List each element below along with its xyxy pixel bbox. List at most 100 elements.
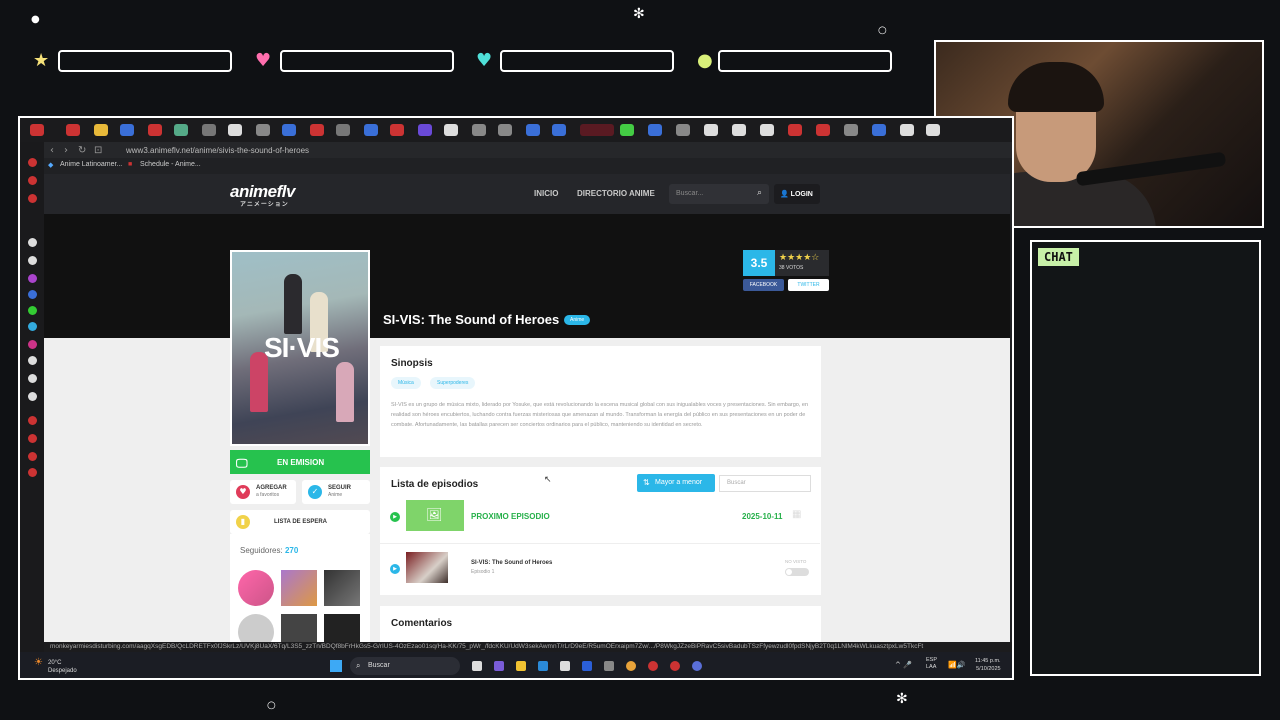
store-icon[interactable] xyxy=(560,661,570,671)
taskbar-search[interactable]: ⌕ Buscar xyxy=(350,657,460,675)
tab[interactable] xyxy=(676,124,690,136)
url-text[interactable]: www3.animeflv.net/anime/sivis-the-sound-… xyxy=(126,146,309,155)
facebook-share-button[interactable]: FACEBOOK xyxy=(743,279,784,291)
tab[interactable] xyxy=(620,124,634,136)
sidebar-app-icon[interactable] xyxy=(28,468,37,477)
tab[interactable] xyxy=(760,124,774,136)
tab-active[interactable] xyxy=(580,124,614,136)
nav-inicio[interactable]: INICIO xyxy=(534,189,558,198)
follower-avatar[interactable] xyxy=(324,570,360,606)
tab[interactable] xyxy=(648,124,662,136)
sidebar-app-icon[interactable] xyxy=(28,176,37,185)
follow-button[interactable]: ✓ SEGUIR Anime xyxy=(302,480,370,504)
follower-avatar[interactable] xyxy=(238,614,274,644)
sidebar-app-icon[interactable] xyxy=(28,256,37,265)
taskbar-app-icon[interactable] xyxy=(692,661,702,671)
folder-icon[interactable] xyxy=(516,661,526,671)
follower-avatar[interactable] xyxy=(281,614,317,644)
bookmark-item[interactable]: Anime Latinoamer... xyxy=(60,161,122,168)
sidebar-app-icon[interactable] xyxy=(28,452,37,461)
forward-icon[interactable]: › xyxy=(64,145,68,156)
tab[interactable] xyxy=(228,124,242,136)
word-icon[interactable] xyxy=(582,661,592,671)
network-volume-icon[interactable]: 📶🔊 xyxy=(948,661,965,669)
taskbar-app-icon[interactable] xyxy=(604,661,614,671)
follower-avatar[interactable] xyxy=(281,570,317,606)
tab[interactable] xyxy=(30,124,44,136)
taskbar-app-icon[interactable] xyxy=(494,661,504,671)
tab[interactable] xyxy=(310,124,324,136)
play-icon[interactable]: ▶ xyxy=(390,564,400,574)
sidebar-app-icon[interactable] xyxy=(28,290,37,299)
instagram-icon[interactable] xyxy=(28,340,37,349)
follower-avatar[interactable] xyxy=(324,614,360,644)
tab[interactable] xyxy=(526,124,540,136)
sidebar-app-icon[interactable] xyxy=(28,194,37,203)
tab[interactable] xyxy=(926,124,940,136)
discord-icon[interactable] xyxy=(28,392,37,401)
episode-thumbnail[interactable] xyxy=(406,552,448,583)
rating-stars[interactable]: ★★★★☆ xyxy=(779,253,819,263)
tab[interactable] xyxy=(732,124,746,136)
twitter-share-button[interactable]: TWITTER xyxy=(788,279,829,291)
system-clock[interactable]: 11:45 p.m. 5/10/2025 xyxy=(975,657,1001,673)
sidebar-app-icon[interactable] xyxy=(28,274,37,283)
search-icon[interactable]: ⌕ xyxy=(757,188,762,198)
taskbar-app-icon[interactable] xyxy=(670,661,680,671)
tab[interactable] xyxy=(66,124,80,136)
tab[interactable] xyxy=(418,124,432,136)
tab[interactable] xyxy=(552,124,566,136)
tab[interactable] xyxy=(94,124,108,136)
sidebar-app-icon[interactable] xyxy=(28,238,37,247)
watchlist-button[interactable]: ▮ LISTA DE ESPERA xyxy=(230,510,370,534)
weather-widget[interactable]: 20°C Despejado xyxy=(48,659,77,675)
login-button[interactable]: 👤 LOGIN xyxy=(774,184,820,204)
add-favorites-button[interactable]: ♥ AGREGAR a favoritos xyxy=(230,480,296,504)
episode-search-input[interactable]: Buscar xyxy=(719,475,811,492)
bookmark-item[interactable]: Schedule - Anime... xyxy=(140,161,201,168)
tab[interactable] xyxy=(788,124,802,136)
genre-chip[interactable]: Superpoderes xyxy=(430,377,476,389)
tab[interactable] xyxy=(872,124,886,136)
site-logo[interactable]: animeflv アニメーション xyxy=(230,182,295,208)
tray-icons[interactable]: ^ 🎤 xyxy=(895,661,912,669)
order-button[interactable]: ⇅ Mayor a menor xyxy=(637,474,715,492)
tab[interactable] xyxy=(364,124,378,136)
tab[interactable] xyxy=(704,124,718,136)
telegram-icon[interactable] xyxy=(28,322,37,331)
x-icon[interactable] xyxy=(28,374,37,383)
tab[interactable] xyxy=(816,124,830,136)
taskbar-app-icon[interactable] xyxy=(472,661,482,671)
tab[interactable] xyxy=(202,124,216,136)
tab[interactable] xyxy=(390,124,404,136)
whatsapp-icon[interactable] xyxy=(28,306,37,315)
tab[interactable] xyxy=(844,124,858,136)
chrome-icon[interactable] xyxy=(626,661,636,671)
tab[interactable] xyxy=(120,124,134,136)
language-indicator[interactable]: ESP LAA xyxy=(926,657,937,671)
sidebar-app-icon[interactable] xyxy=(28,416,37,425)
windows-start-icon[interactable] xyxy=(330,660,342,672)
episode-title[interactable]: SI-VIS: The Sound of Heroes xyxy=(471,560,552,566)
tab[interactable] xyxy=(148,124,162,136)
watched-toggle[interactable] xyxy=(785,568,809,576)
tab[interactable] xyxy=(336,124,350,136)
sidebar-app-icon[interactable] xyxy=(28,158,37,167)
tab[interactable] xyxy=(444,124,458,136)
tab[interactable] xyxy=(256,124,270,136)
tab[interactable] xyxy=(472,124,486,136)
tab[interactable] xyxy=(498,124,512,136)
tab[interactable] xyxy=(900,124,914,136)
opera-icon[interactable] xyxy=(648,661,658,671)
nav-directorio[interactable]: DIRECTORIO ANIME xyxy=(577,189,655,198)
tab[interactable] xyxy=(282,124,296,136)
site-search-input[interactable]: Buscar... ⌕ xyxy=(669,184,769,204)
back-icon[interactable]: ‹ xyxy=(50,145,54,156)
follower-avatar[interactable] xyxy=(238,570,274,606)
sidebar-app-icon[interactable] xyxy=(28,434,37,443)
reload-icon[interactable]: ↻ xyxy=(78,145,86,156)
tab[interactable] xyxy=(174,124,188,136)
tiktok-icon[interactable] xyxy=(28,356,37,365)
edge-icon[interactable] xyxy=(538,661,548,671)
genre-chip[interactable]: Música xyxy=(391,377,421,389)
